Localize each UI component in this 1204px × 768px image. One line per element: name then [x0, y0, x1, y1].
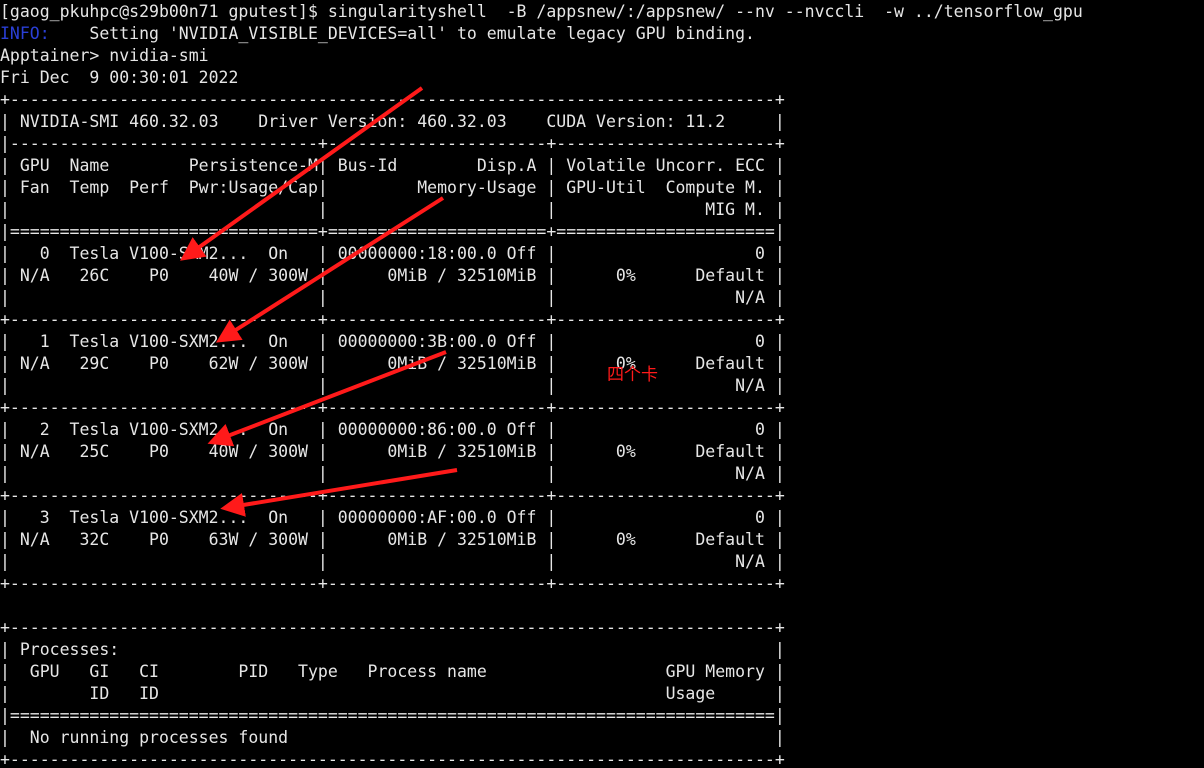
terminal-line: | 0 Tesla V100-SXM2... On | 00000000:18:… [0, 244, 785, 263]
terminal-line: | Processes: | [0, 640, 785, 659]
terminal-line: | GPU GI CI PID Type Process name GPU Me… [0, 662, 785, 681]
terminal-line: +-------------------------------+-------… [0, 310, 785, 329]
terminal-line: INFO: Setting 'NVIDIA_VISIBLE_DEVICES=al… [0, 23, 755, 45]
terminal-line: +-------------------------------+-------… [0, 486, 785, 505]
terminal-line: | N/A 32C P0 63W / 300W | 0MiB / 32510Mi… [0, 530, 785, 549]
terminal-line: |-------------------------------+-------… [0, 134, 785, 153]
terminal-line: | | | N/A | [0, 376, 785, 395]
terminal-line: | | | MIG M. | [0, 200, 785, 219]
terminal-line: |===============================+=======… [0, 222, 785, 241]
terminal-line: +---------------------------------------… [0, 750, 785, 768]
terminal-line: | ID ID Usage | [0, 684, 785, 703]
terminal-line: Apptainer> nvidia-smi [0, 46, 209, 65]
terminal-line: |=======================================… [0, 706, 785, 725]
terminal-line: | No running processes found | [0, 728, 785, 747]
terminal-line: | N/A 29C P0 62W / 300W | 0MiB / 32510Mi… [0, 354, 785, 373]
terminal-line: +-------------------------------+-------… [0, 398, 785, 417]
terminal-line: [gaog_pkuhpc@s29b00n71 gputest]$ singula… [0, 2, 1083, 21]
terminal-line: | GPU Name Persistence-M| Bus-Id Disp.A … [0, 156, 785, 175]
terminal-line: +-------------------------------+-------… [0, 574, 785, 593]
info-message: Setting 'NVIDIA_VISIBLE_DEVICES=all' to … [49, 24, 755, 43]
terminal-line: | 3 Tesla V100-SXM2... On | 00000000:AF:… [0, 508, 785, 527]
terminal-line: | 2 Tesla V100-SXM2... On | 00000000:86:… [0, 420, 785, 439]
terminal-line: +---------------------------------------… [0, 618, 785, 637]
terminal-line: | NVIDIA-SMI 460.32.03 Driver Version: 4… [0, 112, 785, 131]
annotation-label: 四个卡 [607, 365, 658, 385]
info-tag: INFO: [0, 24, 50, 43]
terminal-line: | | | N/A | [0, 552, 785, 571]
terminal-line: | | | N/A | [0, 464, 785, 483]
terminal-line: | 1 Tesla V100-SXM2... On | 00000000:3B:… [0, 332, 785, 351]
terminal-line: | N/A 26C P0 40W / 300W | 0MiB / 32510Mi… [0, 266, 785, 285]
terminal-line: | Fan Temp Perf Pwr:Usage/Cap| Memory-Us… [0, 178, 785, 197]
terminal-line: Fri Dec 9 00:30:01 2022 [0, 68, 239, 87]
terminal-window[interactable]: [gaog_pkuhpc@s29b00n71 gputest]$ singula… [0, 0, 1204, 768]
terminal-line: | N/A 25C P0 40W / 300W | 0MiB / 32510Mi… [0, 442, 785, 461]
terminal-line: +---------------------------------------… [0, 90, 785, 109]
terminal-line: | | | N/A | [0, 288, 785, 307]
